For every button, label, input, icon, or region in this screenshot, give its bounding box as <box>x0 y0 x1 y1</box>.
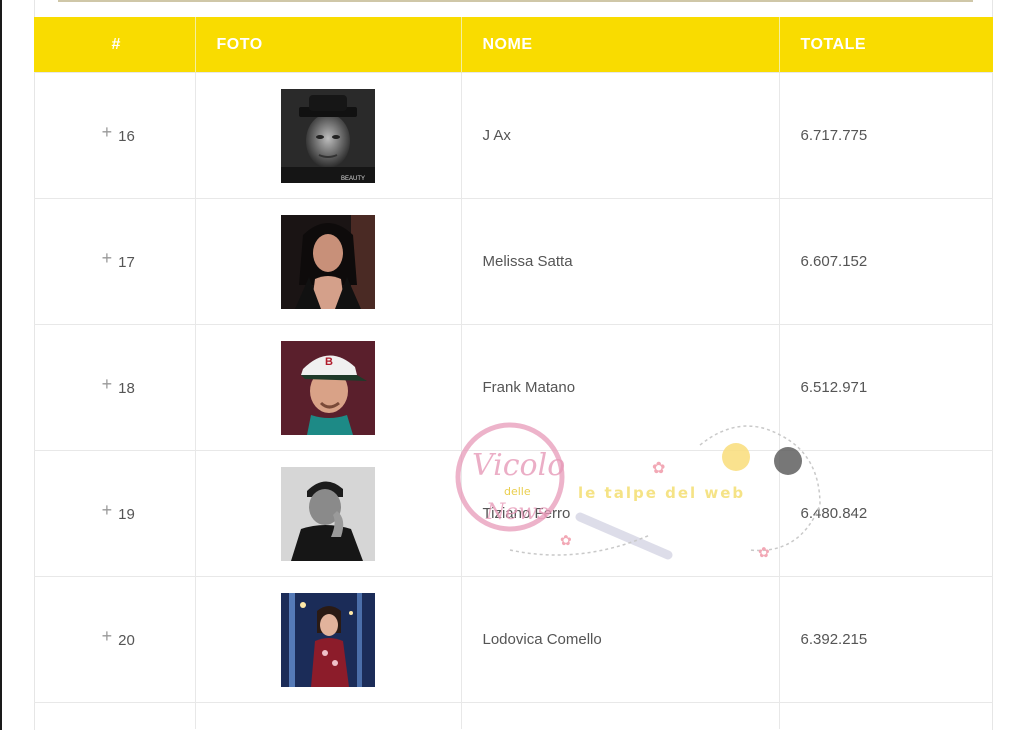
photo-thumbnail[interactable]: BEAUTY <box>281 88 375 183</box>
photo-thumbnail[interactable] <box>281 466 375 561</box>
header-name[interactable]: NOME <box>460 17 779 73</box>
photo-cell <box>194 198 461 325</box>
name-cell: Tiziano Ferro <box>460 450 779 577</box>
photo-cell: BEAUTY <box>194 72 461 199</box>
photo-cell <box>194 576 461 703</box>
expand-plus-icon[interactable]: + <box>102 374 113 394</box>
total-cell: 6.392.215 <box>778 576 993 703</box>
expand-plus-icon[interactable]: + <box>102 122 113 142</box>
cover-badge-text: BEAUTY <box>341 176 365 182</box>
rank-value: 18 <box>118 380 135 397</box>
expand-plus-icon[interactable]: + <box>102 626 113 646</box>
total-cell: 6.717.775 <box>778 72 993 199</box>
empty-cell <box>778 702 993 729</box>
table-row-empty <box>34 702 993 729</box>
total-cell: 6.607.152 <box>778 198 993 325</box>
rank-cell: +20 <box>34 576 195 703</box>
name-cell: Melissa Satta <box>460 198 779 325</box>
rank-cell: +16 <box>34 72 195 199</box>
table-row: +20 Lodovica Comello 6.392.215 <box>34 576 993 703</box>
rank-value: 16 <box>118 128 135 145</box>
rank-cell: +18 <box>34 324 195 451</box>
table-header-row: # FOTO NOME TOTALE <box>34 17 993 73</box>
total-cell: 6.512.971 <box>778 324 993 451</box>
name-cell: Lodovica Comello <box>460 576 779 703</box>
name-cell: J Ax <box>460 72 779 199</box>
ranking-table: # FOTO NOME TOTALE +16 BEAUTY J Ax 6.717… <box>34 17 993 729</box>
window-left-edge <box>0 0 2 730</box>
rank-value: 17 <box>118 254 135 271</box>
header-photo[interactable]: FOTO <box>194 17 461 73</box>
empty-cell <box>460 702 779 729</box>
table-row: +19 Tiziano Ferro 6.480.842 <box>34 450 993 577</box>
rank-cell: +17 <box>34 198 195 325</box>
total-cell: 6.480.842 <box>778 450 993 577</box>
top-divider <box>58 0 973 2</box>
table-row: +18 B Frank Matano 6.512.971 <box>34 324 993 451</box>
rank-value: 20 <box>118 632 135 649</box>
photo-cell: B <box>194 324 461 451</box>
name-cell: Frank Matano <box>460 324 779 451</box>
svg-text:B: B <box>325 356 333 368</box>
empty-cell <box>194 702 461 729</box>
header-rank[interactable]: # <box>34 17 195 73</box>
expand-plus-icon[interactable]: + <box>102 500 113 520</box>
photo-thumbnail[interactable] <box>281 592 375 687</box>
expand-plus-icon[interactable]: + <box>102 248 113 268</box>
table-row: +17 Melissa Satta 6.607.152 <box>34 198 993 325</box>
header-total[interactable]: TOTALE <box>778 17 993 73</box>
table-row: +16 BEAUTY J Ax 6.717.775 <box>34 72 993 199</box>
empty-cell <box>34 702 195 729</box>
photo-thumbnail[interactable]: B <box>281 340 375 435</box>
photo-thumbnail[interactable] <box>281 214 375 309</box>
rank-value: 19 <box>118 506 135 523</box>
photo-cell <box>194 450 461 577</box>
rank-cell: +19 <box>34 450 195 577</box>
